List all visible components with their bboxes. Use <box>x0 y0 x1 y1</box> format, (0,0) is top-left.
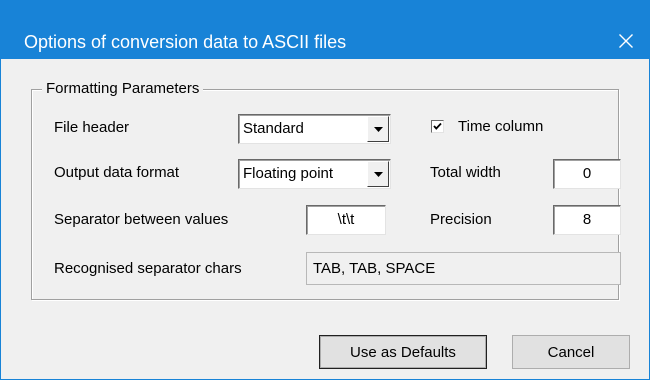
use-as-defaults-label: Use as Defaults <box>350 343 456 361</box>
chevron-down-icon <box>373 126 383 132</box>
output-format-dropdown-button[interactable] <box>367 161 389 187</box>
chevron-down-icon <box>373 171 383 177</box>
file-header-combo[interactable]: Standard <box>238 114 391 144</box>
output-format-combo[interactable]: Floating point <box>238 159 391 189</box>
file-header-dropdown-button[interactable] <box>367 116 389 142</box>
separator-value: \t\t <box>337 211 355 228</box>
precision-label: Precision <box>430 211 492 228</box>
window-title: Options of conversion data to ASCII file… <box>24 32 347 52</box>
time-column-checkbox[interactable] <box>431 120 444 133</box>
output-format-label: Output data format <box>54 164 180 181</box>
title-bar[interactable]: Options of conversion data to ASCII file… <box>1 1 649 59</box>
precision-value: 8 <box>582 211 592 228</box>
time-column-label[interactable]: Time column <box>458 117 543 137</box>
cancel-label: Cancel <box>547 343 595 361</box>
close-button[interactable] <box>603 23 649 59</box>
group-legend: Formatting Parameters <box>42 79 204 99</box>
recognised-value: TAB, TAB, SPACE <box>313 260 436 277</box>
use-as-defaults-button[interactable]: Use as Defaults <box>319 335 487 369</box>
separator-input[interactable]: \t\t <box>306 205 386 235</box>
output-format-value: Floating point <box>243 165 334 182</box>
separator-label: Separator between values <box>54 211 229 228</box>
cancel-button[interactable]: Cancel <box>512 335 630 369</box>
precision-input[interactable]: 8 <box>553 205 621 235</box>
total-width-label: Total width <box>430 164 501 181</box>
recognised-field: TAB, TAB, SPACE <box>306 252 621 285</box>
recognised-label: Recognised separator chars <box>54 260 242 277</box>
close-icon <box>619 34 633 48</box>
file-header-value: Standard <box>243 120 304 137</box>
dialog-window: Options of conversion data to ASCII file… <box>0 0 650 380</box>
total-width-input[interactable]: 0 <box>553 159 621 189</box>
total-width-value: 0 <box>582 165 592 182</box>
file-header-label: File header <box>54 119 130 136</box>
checkmark-icon <box>433 122 442 130</box>
